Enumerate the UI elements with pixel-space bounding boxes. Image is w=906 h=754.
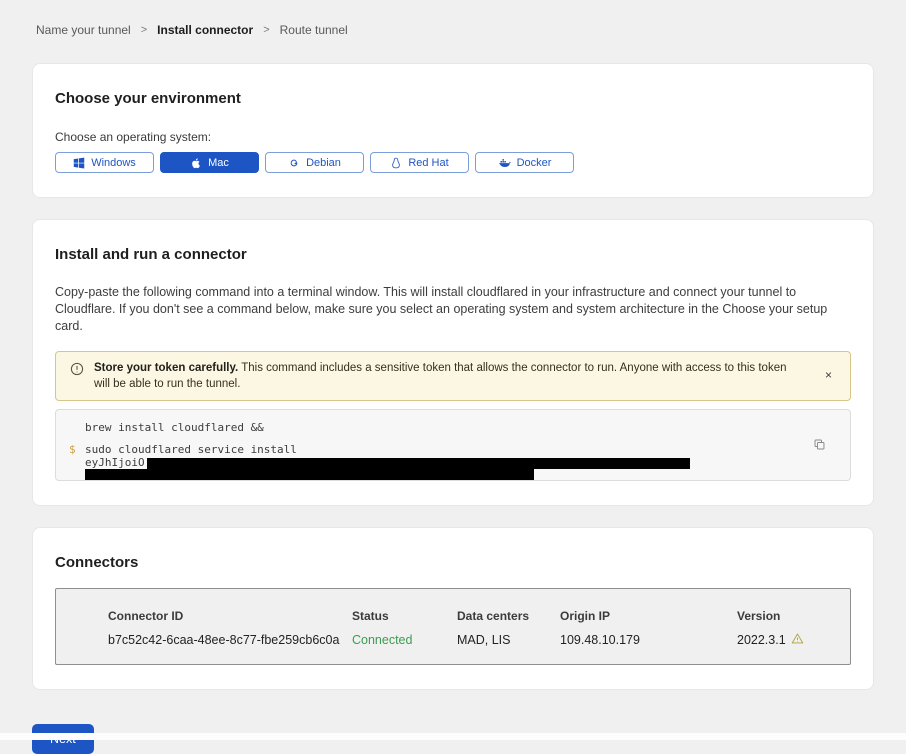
table-row: b7c52c42-6caa-48ee-8c77-fbe259cb6c0a Con… — [108, 632, 840, 648]
os-button-redhat[interactable]: Red Hat — [370, 152, 469, 173]
bottom-strip — [0, 733, 906, 740]
os-button-label: Windows — [91, 157, 136, 169]
install-command-codeblock: $ brew install cloudflared && sudo cloud… — [55, 409, 851, 481]
cell-data-centers: MAD, LIS — [457, 633, 560, 647]
debian-icon — [288, 157, 300, 169]
breadcrumb-separator: > — [263, 24, 269, 36]
install-connector-title: Install and run a connector — [55, 246, 851, 264]
header-status: Status — [352, 609, 457, 623]
token-prefix: eyJhIjoiO — [85, 457, 145, 469]
docker-whale-icon — [498, 156, 511, 169]
os-button-label: Debian — [306, 157, 341, 169]
breadcrumb-name-your-tunnel[interactable]: Name your tunnel — [36, 23, 131, 37]
breadcrumb-install-connector[interactable]: Install connector — [157, 23, 253, 37]
warning-triangle-icon — [791, 632, 804, 648]
code-line-brew: brew install cloudflared && — [85, 422, 802, 434]
copy-icon[interactable] — [811, 436, 828, 456]
code-lines: brew install cloudflared && sudo cloudfl… — [85, 422, 802, 483]
environment-card-title: Choose your environment — [55, 90, 851, 108]
redhat-penguin-icon — [390, 157, 402, 169]
version-text: 2022.3.1 — [737, 633, 786, 647]
close-icon[interactable]: × — [821, 367, 836, 383]
breadcrumb-route-tunnel[interactable]: Route tunnel — [280, 23, 348, 37]
breadcrumb: Name your tunnel > Install connector > R… — [32, 0, 874, 37]
os-button-label: Docker — [517, 157, 552, 169]
header-connector-id: Connector ID — [108, 609, 352, 623]
info-circle-icon — [70, 362, 84, 381]
windows-icon — [73, 157, 85, 169]
os-button-docker[interactable]: Docker — [475, 152, 574, 173]
header-version: Version — [737, 609, 840, 623]
shell-prompt: $ — [69, 443, 76, 456]
os-button-debian[interactable]: Debian — [265, 152, 364, 173]
install-connector-description: Copy-paste the following command into a … — [55, 284, 851, 335]
breadcrumb-separator: > — [141, 24, 147, 36]
status-badge: Connected — [352, 633, 457, 647]
token-warning-text: Store your token carefully. This command… — [94, 360, 811, 392]
install-connector-card: Install and run a connector Copy-paste t… — [32, 219, 874, 506]
os-select-label: Choose an operating system: — [55, 130, 851, 144]
connectors-table-header: Connector ID Status Data centers Origin … — [108, 609, 840, 623]
cell-version: 2022.3.1 — [737, 632, 840, 648]
redacted-token-bar — [147, 458, 690, 469]
cell-connector-id: b7c52c42-6caa-48ee-8c77-fbe259cb6c0a — [108, 633, 352, 647]
page: Name your tunnel > Install connector > R… — [0, 0, 906, 754]
os-button-group: Windows Mac Debian Red Hat — [55, 152, 851, 173]
token-warning-title: Store your token carefully. — [94, 362, 238, 374]
header-origin-ip: Origin IP — [560, 609, 737, 623]
apple-icon — [190, 157, 202, 169]
os-button-mac[interactable]: Mac — [160, 152, 259, 173]
connectors-table: Connector ID Status Data centers Origin … — [55, 588, 851, 665]
code-line-token: eyJhIjoiO — [85, 457, 802, 469]
os-button-windows[interactable]: Windows — [55, 152, 154, 173]
redacted-token-bar-2 — [85, 469, 534, 480]
connectors-title: Connectors — [55, 554, 851, 572]
code-line-sudo: sudo cloudflared service install — [85, 444, 802, 456]
token-warning-alert: Store your token carefully. This command… — [55, 351, 851, 401]
os-button-label: Red Hat — [408, 157, 448, 169]
environment-card: Choose your environment Choose an operat… — [32, 63, 874, 198]
connectors-card: Connectors Connector ID Status Data cent… — [32, 527, 874, 690]
cell-origin-ip: 109.48.10.179 — [560, 633, 737, 647]
header-data-centers: Data centers — [457, 609, 560, 623]
os-button-label: Mac — [208, 157, 229, 169]
